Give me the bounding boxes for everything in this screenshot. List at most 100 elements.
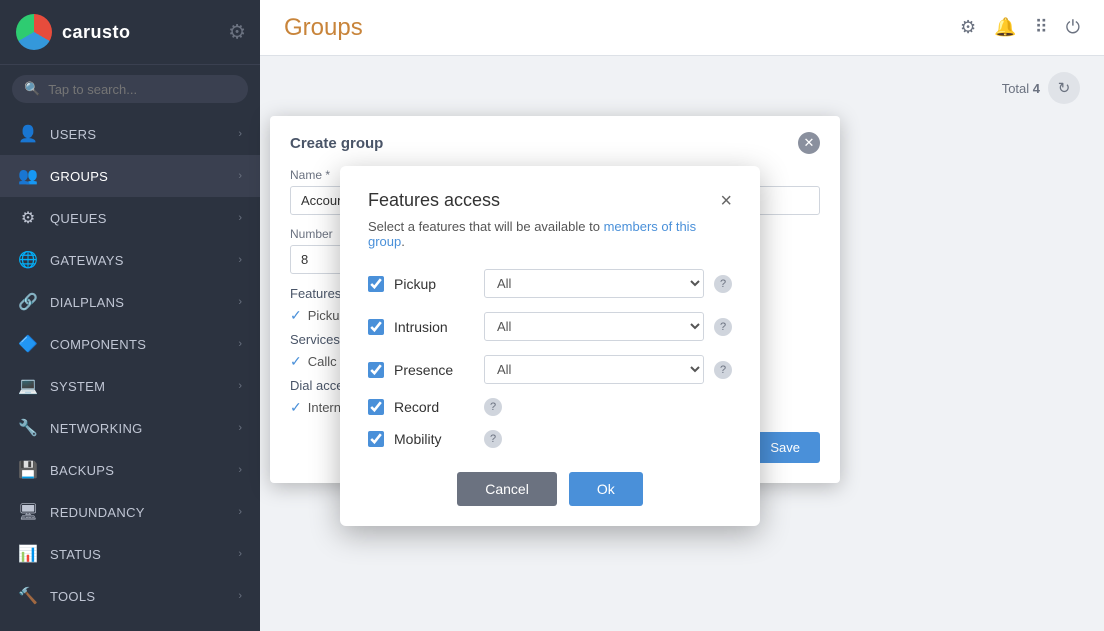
feature-row-record: Record ? [368,398,732,416]
sidebar-label-gateways: GATEWAYS [50,253,124,268]
record-help-icon[interactable]: ? [484,398,502,416]
chevron-right-icon-redundancy: › [238,506,242,518]
sidebar: carusto ⚙ 🔍 👤 USERS › 👥 GROUPS › ⚙ QUEUE… [0,0,260,631]
grid-icon[interactable]: ⠿ [1035,17,1048,38]
power-icon[interactable]: ⏻ [1066,17,1080,38]
features-subtitle-highlight: members of this group [368,219,696,249]
chevron-right-icon: › [238,128,242,140]
features-modal-footer: Cancel Ok [368,472,732,506]
chevron-right-icon-gateways: › [238,254,242,266]
sidebar-item-users[interactable]: 👤 USERS › [0,113,260,155]
chevron-right-icon-networking: › [238,422,242,434]
sidebar-item-status[interactable]: 📊 STATUS › [0,533,260,575]
sidebar-logo: carusto ⚙ [0,0,260,65]
logo-icon [16,14,52,50]
queues-icon: ⚙ [18,208,38,228]
record-label: Record [394,399,474,415]
create-group-close-button[interactable]: ✕ [798,132,820,154]
backups-icon: 💾 [18,460,38,480]
sidebar-item-networking[interactable]: 🔧 NETWORKING › [0,407,260,449]
feature-row-intrusion: Intrusion All ? [368,312,732,341]
sidebar-item-components[interactable]: 🔷 COMPONENTS › [0,323,260,365]
intrusion-label: Intrusion [394,319,474,335]
intrusion-select[interactable]: All [484,312,704,341]
topbar: Groups ⚙ 🔔 ⠿ ⏻ [260,0,1104,56]
pickup-label: Pickup [394,276,474,292]
search-icon: 🔍 [24,81,40,97]
chevron-right-icon-components: › [238,338,242,350]
sidebar-label-backups: BACKUPS [50,463,114,478]
mobility-label: Mobility [394,431,474,447]
intrusion-checkbox[interactable] [368,319,384,335]
service-item-label: Callc [308,354,337,369]
create-group-modal-header: Create group ✕ [290,132,820,154]
check-icon-pickup: ✓ [290,307,302,324]
topbar-icons: ⚙ 🔔 ⠿ ⏻ [960,17,1080,38]
sidebar-label-system: SYSTEM [50,379,105,394]
sidebar-item-gateways[interactable]: 🌐 GATEWAYS › [0,239,260,281]
search-input[interactable] [48,82,236,97]
dial-item-label: Intern [308,400,341,415]
users-icon: 👤 [18,124,38,144]
sidebar-label-status: STATUS [50,547,101,562]
create-group-save-button[interactable]: Save [750,432,820,463]
gear-icon[interactable]: ⚙ [228,20,246,45]
features-modal-header: Features access × [368,190,732,211]
pickup-help-icon[interactable]: ? [714,275,732,293]
chevron-right-icon-tools: › [238,590,242,602]
system-icon: 💻 [18,376,38,396]
chevron-right-icon-dialplans: › [238,296,242,308]
sidebar-label-components: COMPONENTS [50,337,146,352]
sidebar-label-queues: QUEUES [50,211,107,226]
record-checkbox[interactable] [368,399,384,415]
total-badge: Total 4 ↻ [1002,72,1080,104]
presence-select[interactable]: All [484,355,704,384]
check-icon-dial: ✓ [290,399,302,416]
groups-icon: 👥 [18,166,38,186]
feature-row-mobility: Mobility ? [368,430,732,448]
redundancy-icon: 🖥 [18,502,38,522]
features-ok-button[interactable]: Ok [569,472,643,506]
sidebar-item-system[interactable]: 💻 SYSTEM › [0,365,260,407]
pickup-checkbox[interactable] [368,276,384,292]
dialplans-icon: 🔗 [18,292,38,312]
notifications-icon[interactable]: 🔔 [994,17,1016,38]
refresh-button[interactable]: ↻ [1048,72,1080,104]
sidebar-item-tools[interactable]: 🔨 TOOLS › [0,575,260,617]
chevron-right-icon-queues: › [238,212,242,224]
content-header: Total 4 ↻ [284,72,1080,104]
logo-text: carusto [62,22,131,43]
chevron-right-icon-groups: › [238,170,242,182]
search-box[interactable]: 🔍 [12,75,248,103]
sidebar-item-redundancy[interactable]: 🖥 REDUNDANCY › [0,491,260,533]
sidebar-label-networking: NETWORKING [50,421,143,436]
features-cancel-button[interactable]: Cancel [457,472,557,506]
settings-icon[interactable]: ⚙ [960,17,976,38]
mobility-checkbox[interactable] [368,431,384,447]
sidebar-label-groups: GROUPS [50,169,108,184]
chevron-right-icon-backups: › [238,464,242,476]
sidebar-label-users: USERS [50,127,96,142]
feature-row-pickup: Pickup All ? [368,269,732,298]
total-label: Total 4 [1002,81,1040,96]
chevron-right-icon-status: › [238,548,242,560]
content-area: Total 4 ↻ Create group ✕ Name * Descript… [260,56,1104,631]
check-icon-service: ✓ [290,353,302,370]
components-icon: 🔷 [18,334,38,354]
networking-icon: 🔧 [18,418,38,438]
features-modal-title: Features access [368,190,500,211]
sidebar-item-dialplans[interactable]: 🔗 DIALPLANS › [0,281,260,323]
pickup-select[interactable]: All [484,269,704,298]
sidebar-item-backups[interactable]: 💾 BACKUPS › [0,449,260,491]
mobility-help-icon[interactable]: ? [484,430,502,448]
tools-icon: 🔨 [18,586,38,606]
main-content: Groups ⚙ 🔔 ⠿ ⏻ Total 4 ↻ Create group ✕ … [260,0,1104,631]
features-modal-close-button[interactable]: × [720,191,732,211]
sidebar-item-groups[interactable]: 👥 GROUPS › [0,155,260,197]
presence-help-icon[interactable]: ? [714,361,732,379]
features-modal-subtitle: Select a features that will be available… [368,219,732,249]
sidebar-item-queues[interactable]: ⚙ QUEUES › [0,197,260,239]
intrusion-help-icon[interactable]: ? [714,318,732,336]
presence-label: Presence [394,362,474,378]
presence-checkbox[interactable] [368,362,384,378]
